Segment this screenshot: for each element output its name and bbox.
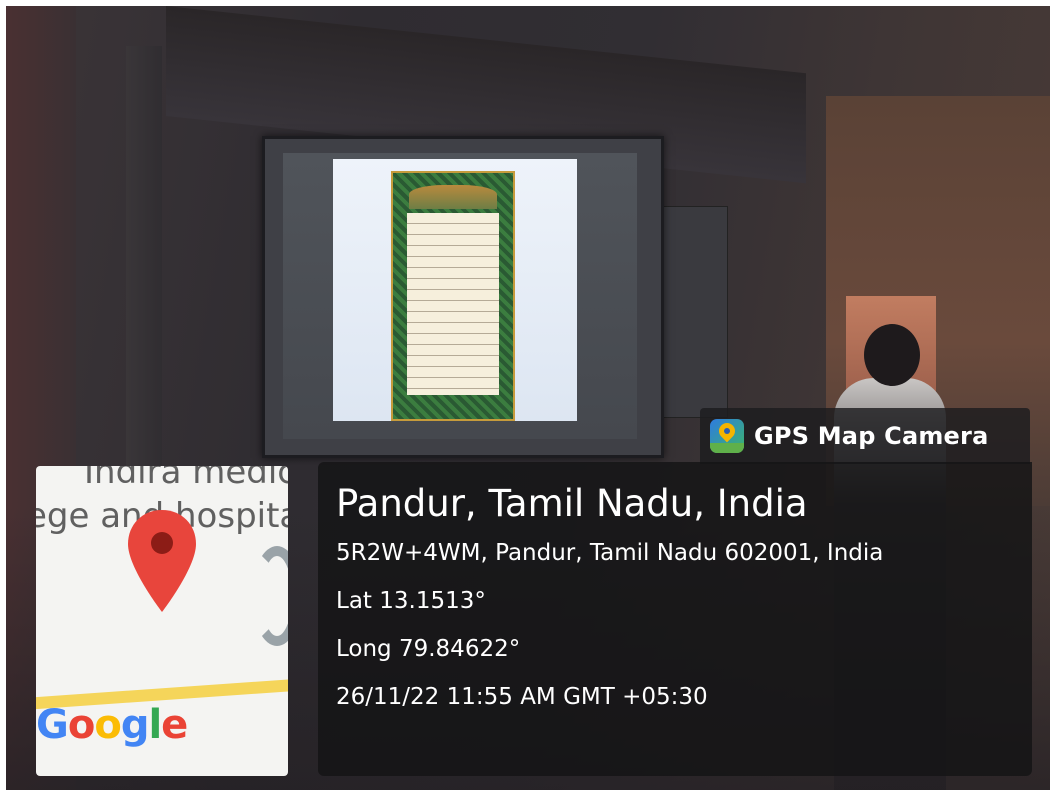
address-text: 5R2W+4WM, Pandur, Tamil Nadu 602001, Ind…: [336, 540, 884, 566]
person-head: [864, 324, 920, 386]
document-header-ornament: [409, 185, 497, 209]
map-thumbnail[interactable]: Indira medic ege and hospita Google: [36, 466, 288, 776]
document-text-area: [407, 213, 499, 395]
brand-label: GPS Map Camera: [754, 422, 989, 450]
latitude-text: Lat 13.1513°: [336, 588, 486, 614]
projector-screen: [262, 136, 664, 458]
google-logo: Google: [36, 702, 188, 748]
timestamp-text: 26/11/22 11:55 AM GMT +05:30: [336, 684, 708, 710]
projection-area: [283, 153, 637, 439]
map-pin-icon: [128, 510, 196, 612]
projected-slide: [333, 159, 577, 421]
place-title: Pandur, Tamil Nadu, India: [336, 482, 808, 525]
map-road-curve: [252, 546, 288, 646]
gps-map-camera-icon: [710, 419, 744, 453]
gps-camera-brand-tag: GPS Map Camera: [700, 408, 1030, 464]
longitude-text: Long 79.84622°: [336, 636, 521, 662]
location-info-panel: Pandur, Tamil Nadu, India 5R2W+4WM, Pand…: [318, 462, 1032, 776]
map-place-label-line1: Indira medic: [84, 466, 288, 492]
document-on-slide: [391, 171, 515, 421]
wall-pillar: [126, 46, 162, 466]
